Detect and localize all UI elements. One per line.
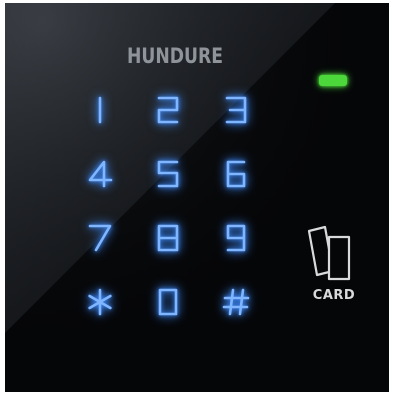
key-1[interactable] bbox=[75, 85, 125, 135]
digit-6-glyph bbox=[226, 160, 246, 188]
key-6[interactable] bbox=[211, 149, 261, 199]
brand-logo: HUNDURE bbox=[126, 44, 224, 68]
card-reader-label: CARD bbox=[312, 288, 356, 303]
key-star[interactable] bbox=[75, 277, 125, 327]
key-hash[interactable] bbox=[211, 277, 261, 327]
key-7[interactable] bbox=[75, 213, 125, 263]
key-9[interactable] bbox=[211, 213, 261, 263]
status-led-icon bbox=[319, 75, 347, 86]
key-5[interactable] bbox=[143, 149, 193, 199]
digit-9-glyph bbox=[226, 224, 246, 252]
digit-8-glyph bbox=[157, 224, 179, 252]
access-control-keypad-device: HUNDURE CARD bbox=[5, 3, 389, 392]
star-glyph bbox=[88, 288, 112, 316]
key-0[interactable] bbox=[143, 277, 193, 327]
digit-5-glyph bbox=[157, 160, 179, 188]
numeric-keypad bbox=[75, 85, 285, 325]
key-8[interactable] bbox=[143, 213, 193, 263]
digit-3-glyph bbox=[225, 96, 247, 124]
key-4[interactable] bbox=[75, 149, 125, 199]
key-2[interactable] bbox=[143, 85, 193, 135]
digit-1-glyph bbox=[98, 96, 102, 124]
rfid-card-icon bbox=[307, 225, 351, 281]
hash-glyph bbox=[222, 288, 250, 316]
digit-7-glyph bbox=[88, 224, 112, 252]
digit-0-glyph bbox=[158, 288, 178, 316]
key-3[interactable] bbox=[211, 85, 261, 135]
digit-4-glyph bbox=[88, 160, 113, 188]
digit-2-glyph bbox=[157, 96, 179, 124]
